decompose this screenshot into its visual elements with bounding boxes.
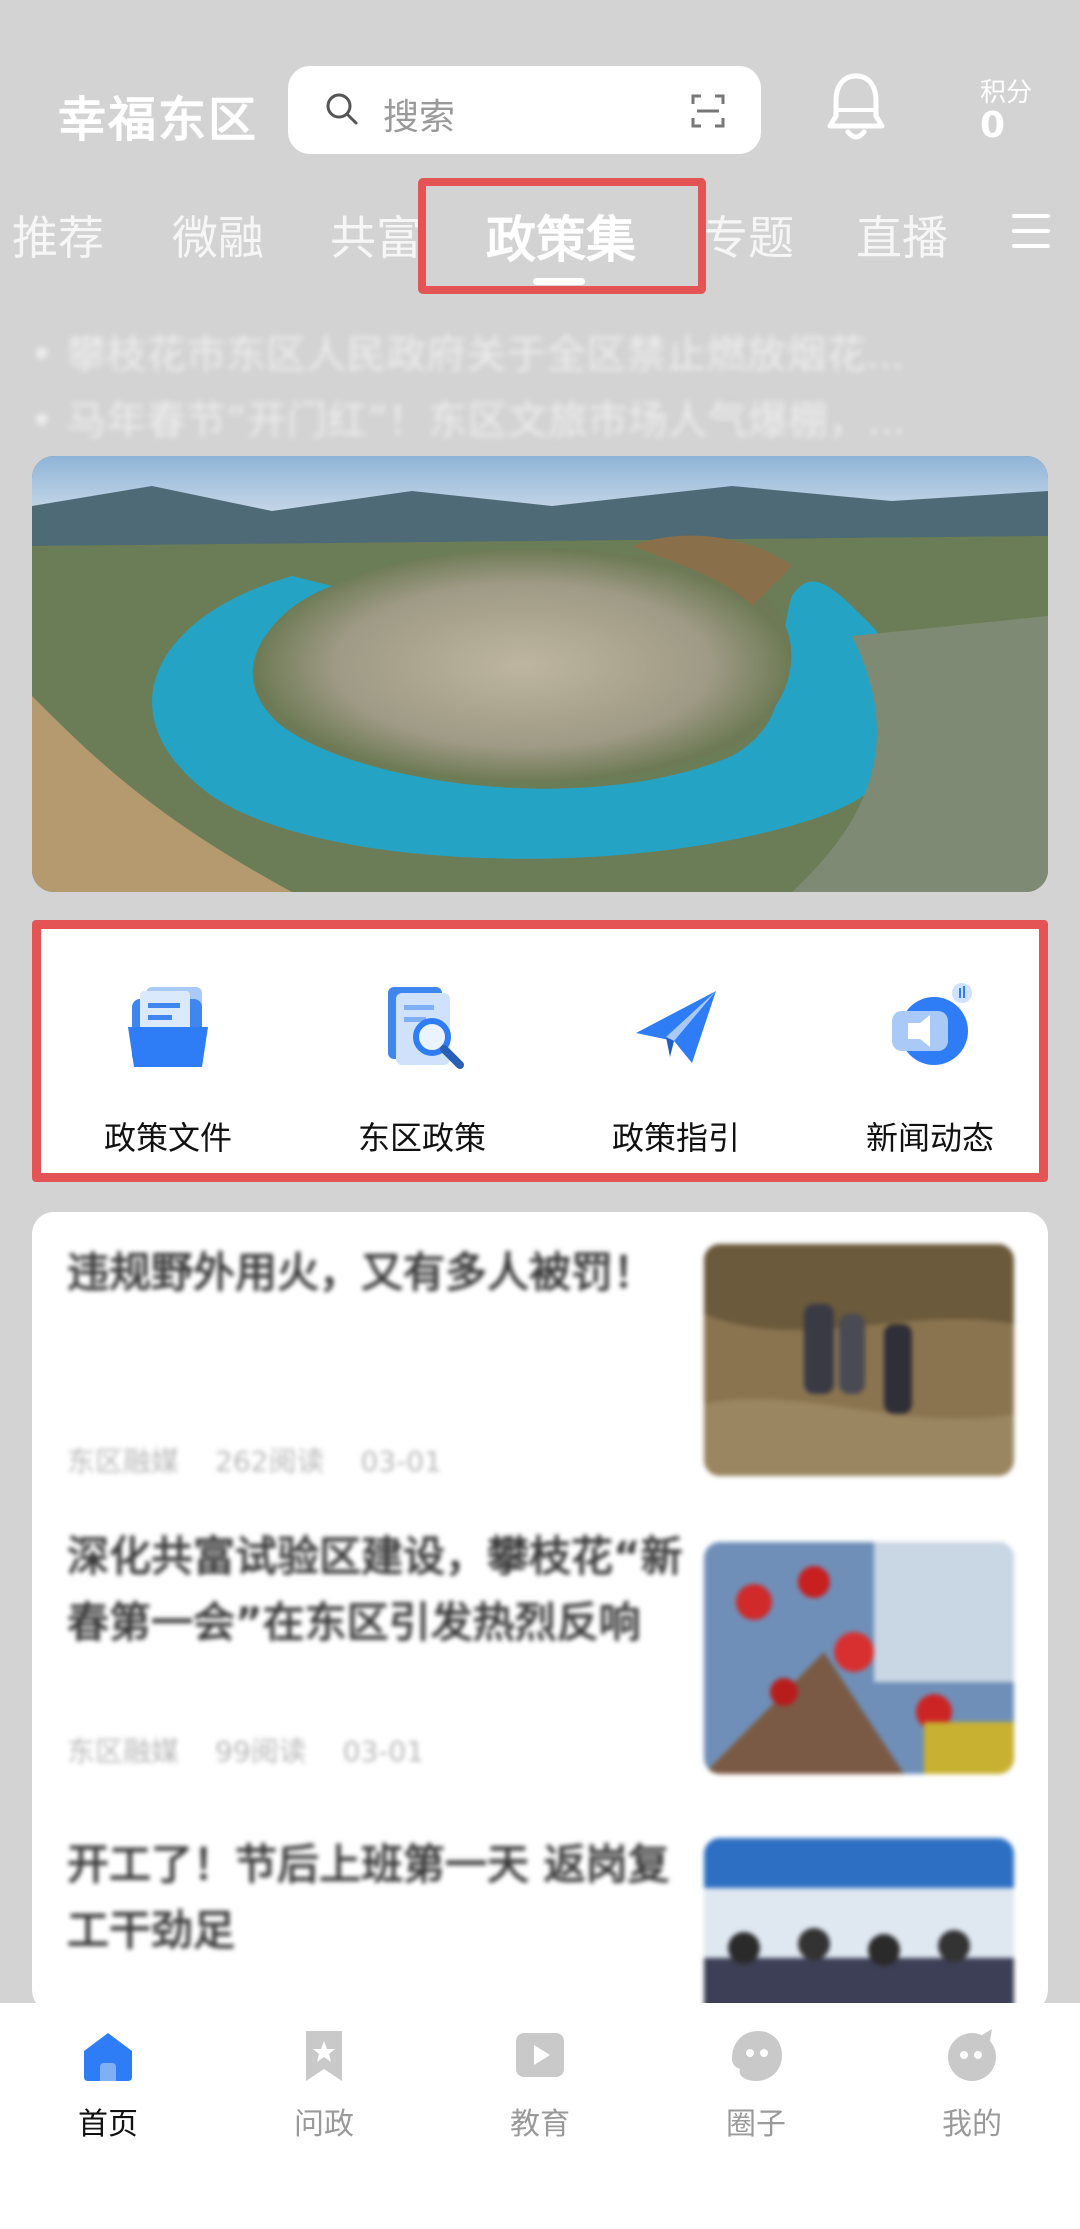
play-icon <box>516 2033 564 2077</box>
nav-home[interactable]: 首页 <box>0 2003 216 2163</box>
circle-face-icon <box>732 2031 782 2081</box>
bottom-navigation: 首页 问政 教育 圈子 我的 <box>0 2003 1080 2229</box>
search-icon <box>326 93 358 125</box>
document-search-icon <box>388 987 464 1069</box>
quick-entry-panel: 政策文件 东区政策 政策指引 新闻动态 <box>32 920 1048 1182</box>
news-title: 违规野外用火，又有多人被罚！ <box>67 1248 656 1297</box>
news-date: 03-01 <box>342 1735 425 1768</box>
news-source: 东区融媒 <box>67 1735 180 1768</box>
menu-icon[interactable] <box>1012 214 1050 248</box>
quick-entry-policy-files[interactable]: 政策文件 <box>41 929 295 1173</box>
nav-label: 我的 <box>942 2107 1002 2142</box>
news-title: 深化共富试验区建设，攀枝花“新春第一会”在东区引发热烈反响 <box>67 1532 683 1647</box>
bookmark-star-icon <box>306 2031 342 2081</box>
news-thumbnail <box>704 1244 1014 1476</box>
bell-icon[interactable] <box>826 70 886 144</box>
tab-gongfu[interactable]: 共富 <box>330 202 422 268</box>
nav-wenzheng[interactable]: 问政 <box>216 2003 432 2163</box>
tab-recommend[interactable]: 推荐 <box>12 202 104 268</box>
nav-education[interactable]: 教育 <box>432 2003 648 2163</box>
nav-label: 教育 <box>510 2107 570 2142</box>
ticker-item[interactable]: 攀枝花市东区人民政府关于全区禁止燃放烟花... <box>30 322 1050 388</box>
news-speaker-icon <box>892 983 972 1065</box>
quick-entry-dongqu-policy[interactable]: 东区政策 <box>295 929 549 1173</box>
news-meta: 东区融媒 99阅读 03-01 <box>67 1730 460 1770</box>
ticker-item[interactable]: 马年春节“开门红”！东区文旅市场人气爆棚，... <box>30 388 1050 454</box>
search-placeholder: 搜索 <box>383 97 456 138</box>
points-label: 积分 <box>980 78 1033 108</box>
quick-entry-label: 政策指引 <box>611 1119 740 1157</box>
home-icon <box>84 2033 132 2081</box>
tab-weirong[interactable]: 微融 <box>172 202 264 268</box>
profile-face-icon <box>948 2029 996 2081</box>
quick-entry-news[interactable]: 新闻动态 <box>803 929 1057 1173</box>
quick-entry-policy-guide[interactable]: 政策指引 <box>549 929 803 1173</box>
folder-icon <box>128 987 208 1067</box>
quick-entry-label: 新闻动态 <box>865 1119 994 1157</box>
nav-label: 圈子 <box>726 2107 786 2142</box>
tab-live[interactable]: 直播 <box>856 202 948 268</box>
scan-icon[interactable] <box>691 94 725 128</box>
news-source: 东区融媒 <box>67 1445 180 1478</box>
news-ticker: 攀枝花市东区人民政府关于全区禁止燃放烟花... 马年春节“开门红”！东区文旅市场… <box>30 322 1050 454</box>
quick-entry-label: 东区政策 <box>357 1119 486 1157</box>
news-thumbnail <box>704 1542 1014 1774</box>
nav-mine[interactable]: 我的 <box>864 2003 1080 2163</box>
paper-plane-icon <box>636 991 716 1063</box>
news-title: 开工了！节后上班第一天 返岗复工干劲足 <box>67 1840 670 1955</box>
banner-image[interactable] <box>32 456 1048 892</box>
points-value[interactable]: 0 <box>980 105 1005 146</box>
news-thumbnail <box>704 1838 1014 2012</box>
news-date: 03-01 <box>360 1445 442 1478</box>
news-feed: 违规野外用火，又有多人被罚！ 东区融媒 262阅读 03-01 深化共富试验区建设，… <box>32 1212 1048 2012</box>
nav-label: 问政 <box>294 2107 354 2142</box>
news-reads: 99阅读 <box>215 1735 307 1768</box>
app-title: 幸福东区 <box>58 92 259 148</box>
tab-topics[interactable]: 专题 <box>702 202 794 268</box>
nav-circle[interactable]: 圈子 <box>648 2003 864 2163</box>
tab-highlight-box <box>418 178 706 294</box>
quick-entry-label: 政策文件 <box>103 1119 232 1157</box>
nav-label: 首页 <box>78 2107 138 2142</box>
search-input[interactable]: 搜索 <box>288 66 761 154</box>
news-meta: 东区融媒 262阅读 03-01 <box>67 1440 478 1480</box>
news-reads: 262阅读 <box>215 1445 325 1478</box>
